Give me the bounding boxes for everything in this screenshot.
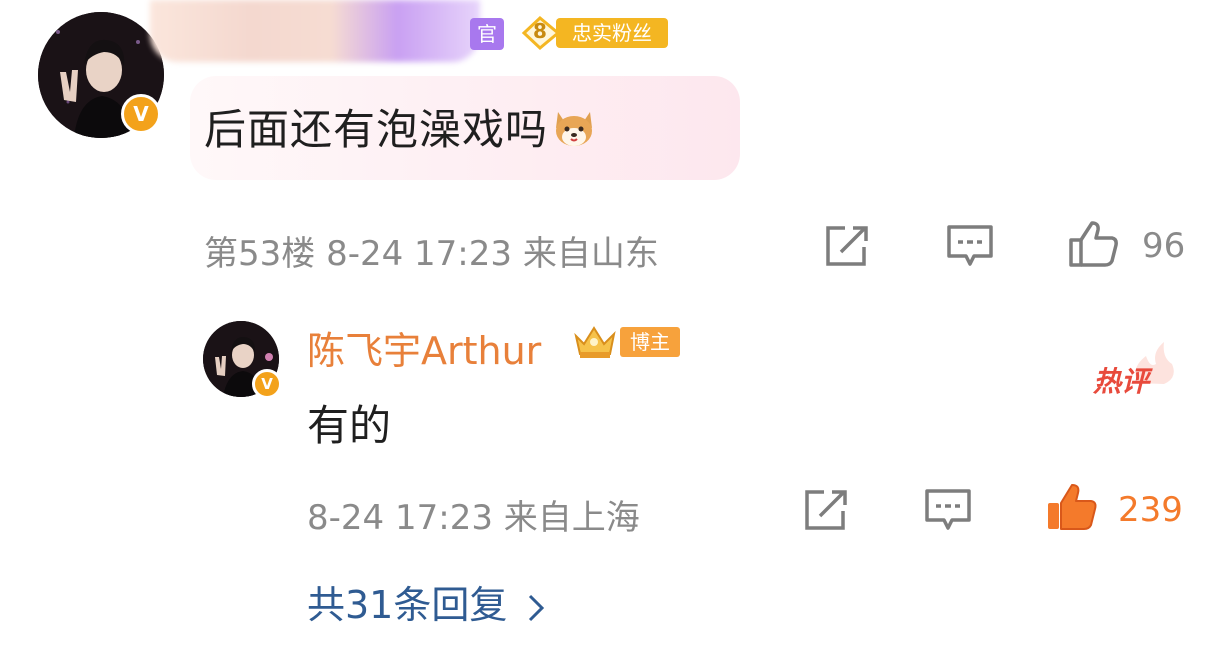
reply-verified-badge-icon: V xyxy=(252,369,282,399)
shiba-dog-emoji-icon xyxy=(552,108,596,158)
reply-comment-icon[interactable] xyxy=(924,488,972,532)
verified-badge-icon: V xyxy=(121,94,161,134)
blogger-badge-label: 博主 xyxy=(620,327,680,357)
commenter-username-blurred[interactable] xyxy=(150,0,480,62)
reply-like-icon-active[interactable] xyxy=(1045,482,1099,532)
comment-text: 后面还有泡澡戏吗 xyxy=(204,105,549,154)
reply-text: 有的 xyxy=(307,401,392,450)
blogger-badge: 博主 xyxy=(570,322,682,362)
share-icon[interactable] xyxy=(823,225,871,267)
view-more-replies-link[interactable]: 共31条回复 xyxy=(307,574,545,629)
comment-text-row: 后面还有泡澡戏吗 xyxy=(204,96,596,158)
fan-badge-label: 忠实粉丝 xyxy=(556,18,668,48)
fan-level-number: 8 xyxy=(533,19,547,43)
more-replies-label: 共31条回复 xyxy=(307,583,508,627)
like-count: 96 xyxy=(1142,226,1186,266)
like-icon[interactable] xyxy=(1068,220,1120,268)
comment-meta: 第53楼 8-24 17:23 来自山东 xyxy=(204,234,659,274)
fan-badge[interactable]: 8 忠实粉丝 xyxy=(518,16,668,50)
chevron-right-icon xyxy=(529,594,545,621)
reply-like-count: 239 xyxy=(1118,490,1183,530)
comment-icon[interactable] xyxy=(946,224,994,268)
official-tag: 官 xyxy=(470,18,504,50)
reply-share-icon[interactable] xyxy=(802,489,850,531)
hot-comment-label: 热评 xyxy=(1093,365,1150,398)
reply-meta: 8-24 17:23 来自上海 xyxy=(307,498,640,538)
reply-author-name[interactable]: 陈飞宇Arthur xyxy=(307,320,541,375)
